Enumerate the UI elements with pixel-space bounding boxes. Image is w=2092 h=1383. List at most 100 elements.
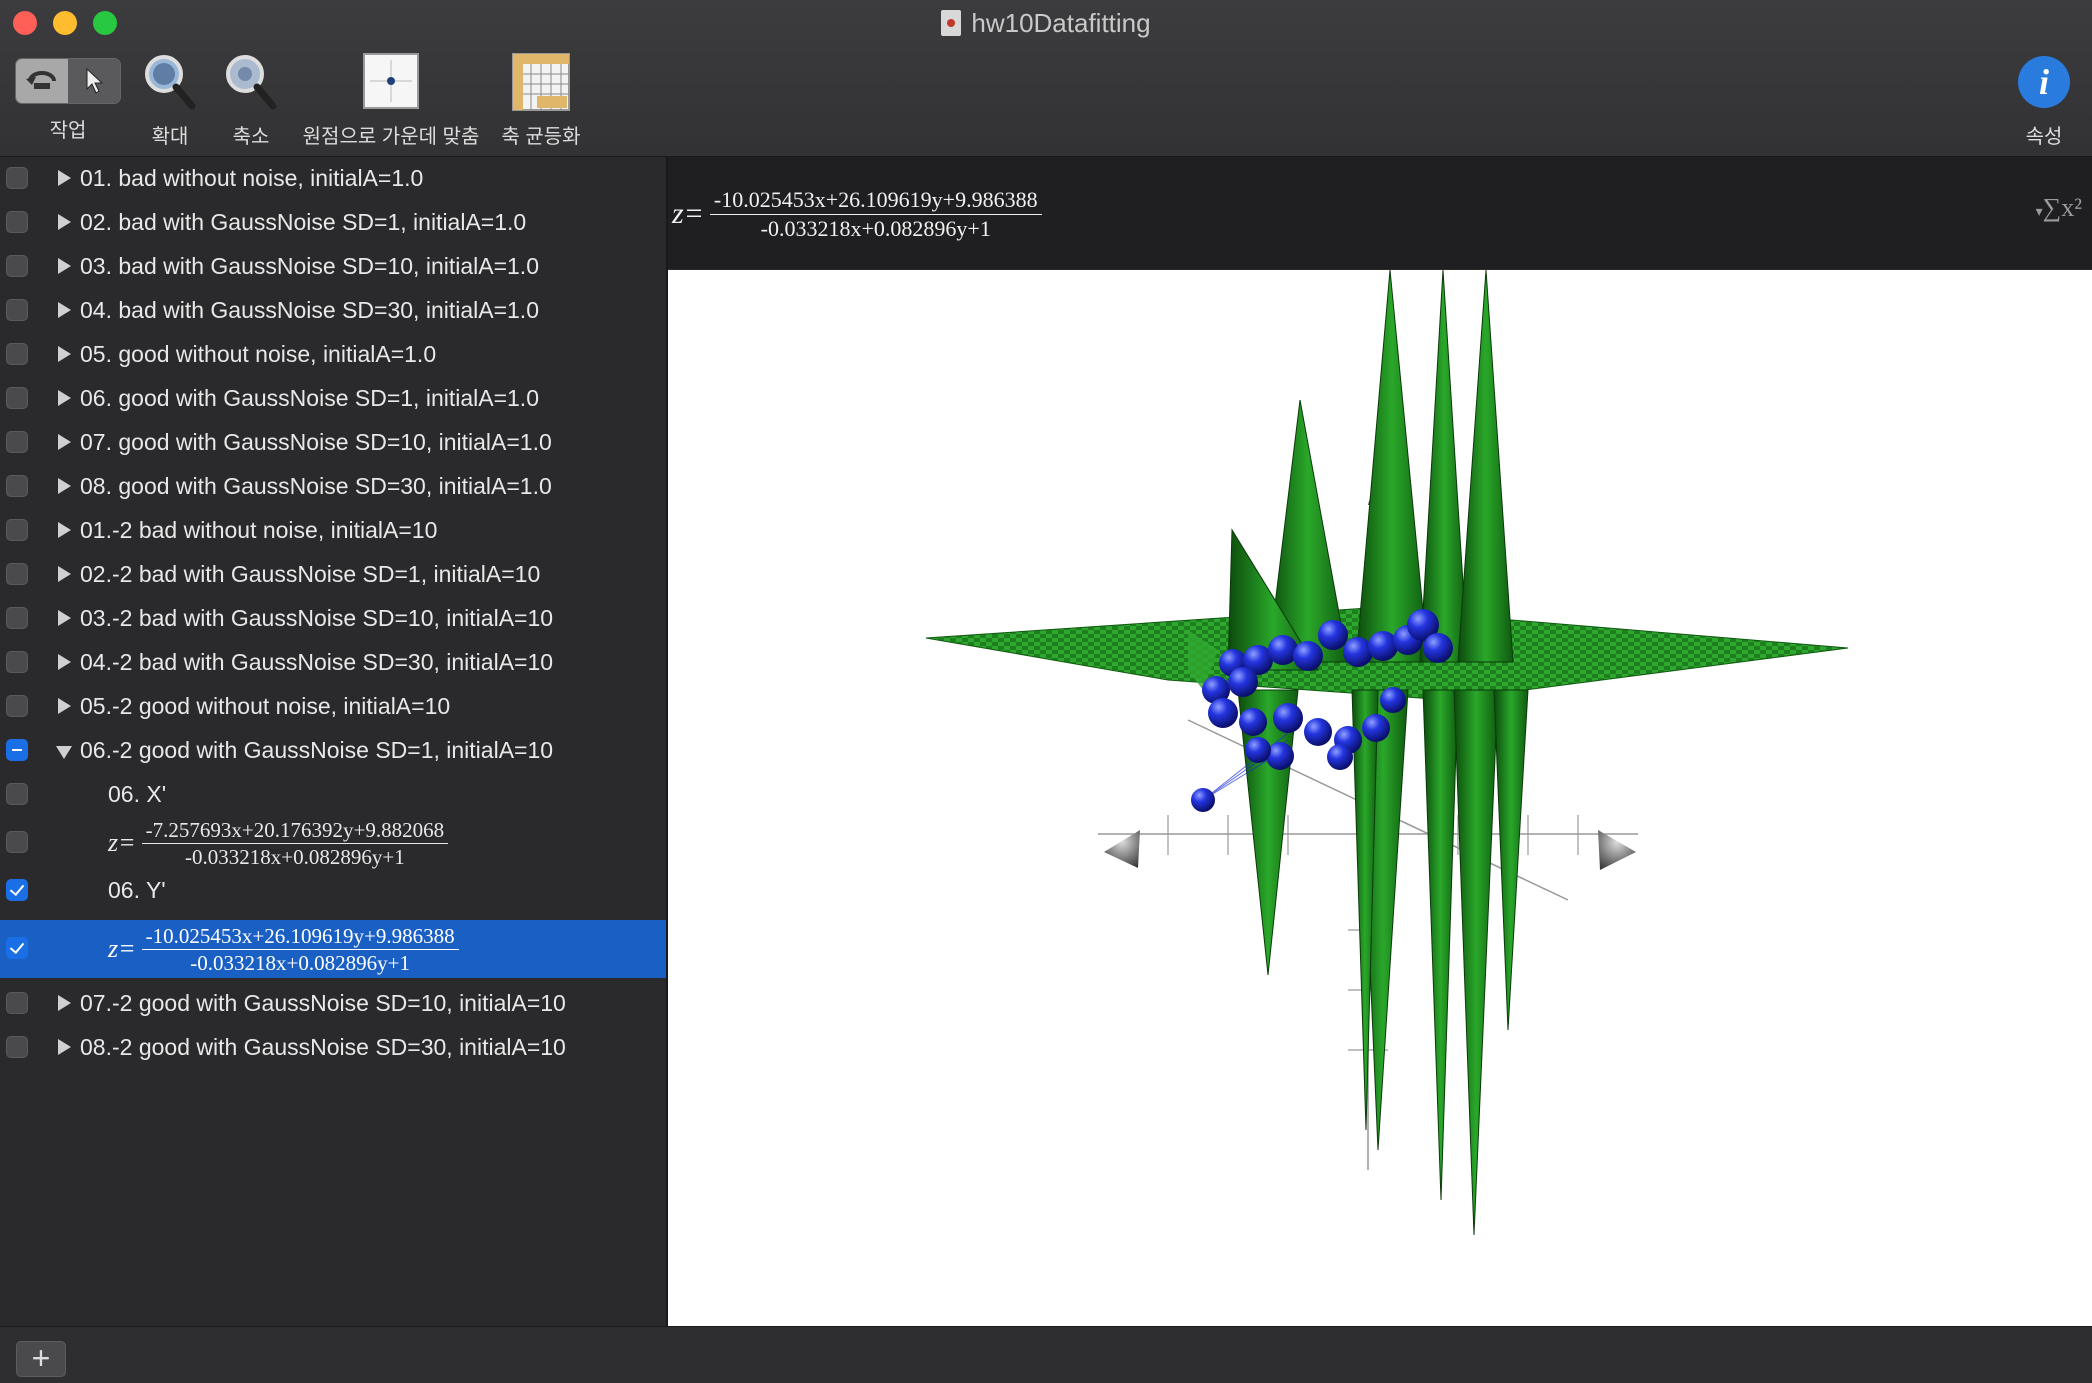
list-item[interactable]: 03. bad with GaussNoise SD=10, initialA=… bbox=[0, 245, 666, 289]
list-item[interactable]: 08.-2 good with GaussNoise SD=30, initia… bbox=[0, 1026, 666, 1070]
visibility-checkbox[interactable] bbox=[6, 475, 28, 497]
equation-lhs: z= bbox=[672, 197, 704, 230]
center-origin-button[interactable]: 원점으로 가운데 맞춤 bbox=[298, 52, 484, 149]
list-item-label: 08. good with GaussNoise SD=30, initialA… bbox=[80, 473, 552, 499]
zoom-in-button[interactable]: 확대 bbox=[140, 52, 200, 149]
zoom-out-button[interactable]: 축소 bbox=[221, 52, 281, 149]
child-formula-x[interactable]: z= -7.257693x+20.176392y+9.882068 -0.0332… bbox=[0, 817, 666, 869]
list-item[interactable]: 05.-2 good without noise, initialA=10 bbox=[0, 685, 666, 729]
visibility-checkbox[interactable] bbox=[6, 299, 28, 321]
properties-label: 속성 bbox=[2025, 126, 2063, 148]
x-axis-arrow-left bbox=[1104, 830, 1140, 868]
list-item-label: 02. bad with GaussNoise SD=1, initialA=1… bbox=[80, 209, 527, 235]
equation-numerator: -10.025453x+26.109619y+9.986388 bbox=[709, 186, 1042, 215]
visibility-checkbox[interactable] bbox=[6, 937, 28, 959]
equation-editor-bar[interactable]: z= -10.025453x+26.109619y+9.986388 -0.033… bbox=[668, 157, 2092, 269]
disclosure-triangle-icon[interactable] bbox=[58, 258, 71, 274]
list-item[interactable]: 07.-2 good with GaussNoise SD=10, initia… bbox=[0, 982, 666, 1026]
visibility-checkbox[interactable] bbox=[6, 783, 28, 805]
toolbar: hw10Datafitting 작업 확대 축소 원점으로 가운데 맞춤 축 균… bbox=[0, 0, 2092, 157]
sigma-label: ∑x² bbox=[2042, 193, 2082, 222]
list-item[interactable]: 02. bad with GaussNoise SD=1, initialA=1… bbox=[0, 201, 666, 245]
center-origin-label: 원점으로 가운데 맞춤 bbox=[302, 126, 480, 148]
list-item-label: 04.-2 bad with GaussNoise SD=30, initial… bbox=[80, 649, 554, 675]
equalize-axes-label: 축 균등화 bbox=[501, 126, 581, 148]
zoom-out-label: 축소 bbox=[232, 126, 270, 148]
disclosure-triangle-icon[interactable] bbox=[58, 434, 71, 450]
rotate-icon[interactable] bbox=[16, 59, 68, 103]
disclosure-triangle-icon[interactable] bbox=[58, 390, 71, 406]
disclosure-triangle-icon[interactable] bbox=[58, 654, 71, 670]
document-icon bbox=[941, 10, 962, 36]
list-item[interactable]: 07. good with GaussNoise SD=10, initialA… bbox=[0, 421, 666, 465]
list-item[interactable]: 02.-2 bad with GaussNoise SD=1, initialA… bbox=[0, 553, 666, 597]
fitted-surface bbox=[925, 269, 1849, 1236]
list-item[interactable]: 06. good with GaussNoise SD=1, initialA=… bbox=[0, 377, 666, 421]
equalize-axes-button[interactable]: 축 균등화 bbox=[496, 52, 586, 149]
disclosure-triangle-icon[interactable] bbox=[58, 478, 71, 494]
disclosure-triangle-icon[interactable] bbox=[58, 302, 71, 318]
visibility-checkbox[interactable] bbox=[6, 519, 28, 541]
list-item-expanded[interactable]: 06.-2 good with GaussNoise SD=1, initial… bbox=[0, 729, 666, 773]
list-item[interactable]: 01.-2 bad without noise, initialA=10 bbox=[0, 509, 666, 553]
list-item[interactable]: 08. good with GaussNoise SD=30, initialA… bbox=[0, 465, 666, 509]
properties-button[interactable]: i 속성 bbox=[2014, 52, 2074, 149]
info-icon: i bbox=[2018, 56, 2070, 108]
add-icon[interactable]: + bbox=[16, 1341, 66, 1377]
visibility-checkbox[interactable] bbox=[6, 739, 28, 761]
list-item[interactable]: 04. bad with GaussNoise SD=30, initialA=… bbox=[0, 289, 666, 333]
disclosure-triangle-icon[interactable] bbox=[58, 610, 71, 626]
disclosure-triangle-icon[interactable] bbox=[58, 995, 71, 1011]
equation-list-sidebar: 01. bad without noise, initialA=1.0 02. … bbox=[0, 157, 668, 1326]
x-axis-arrow-right bbox=[1598, 830, 1636, 870]
disclosure-triangle-icon[interactable] bbox=[58, 698, 71, 714]
visibility-checkbox[interactable] bbox=[6, 831, 28, 853]
visibility-checkbox[interactable] bbox=[6, 1036, 28, 1058]
visibility-checkbox[interactable] bbox=[6, 695, 28, 717]
child-item-x[interactable]: 06. X' bbox=[0, 773, 666, 817]
visibility-checkbox[interactable] bbox=[6, 607, 28, 629]
disclosure-triangle-icon[interactable] bbox=[58, 1039, 71, 1055]
disclosure-triangle-icon[interactable] bbox=[56, 746, 72, 759]
child-formula-y-selected[interactable]: z= -10.025453x+26.109619y+9.986388 -0.033… bbox=[0, 920, 666, 978]
visibility-checkbox[interactable] bbox=[6, 563, 28, 585]
visibility-checkbox[interactable] bbox=[6, 387, 28, 409]
action-segmented-control[interactable] bbox=[15, 58, 121, 104]
list-item[interactable]: 03.-2 bad with GaussNoise SD=10, initial… bbox=[0, 597, 666, 641]
pointer-icon[interactable] bbox=[68, 59, 120, 103]
list-item-label: 03.-2 bad with GaussNoise SD=10, initial… bbox=[80, 605, 554, 631]
disclosure-triangle-icon[interactable] bbox=[58, 522, 71, 538]
list-item[interactable]: 05. good without noise, initialA=1.0 bbox=[0, 333, 666, 377]
action-tool[interactable]: 작업 bbox=[12, 52, 124, 143]
list-item[interactable]: 04.-2 bad with GaussNoise SD=30, initial… bbox=[0, 641, 666, 685]
list-item-label: 07.-2 good with GaussNoise SD=10, initia… bbox=[80, 990, 566, 1016]
3d-plot-canvas[interactable] bbox=[668, 269, 2092, 1326]
sigma-menu-icon[interactable]: ▾∑x² bbox=[2036, 193, 2082, 223]
current-equation[interactable]: z= -10.025453x+26.109619y+9.986388 -0.033… bbox=[672, 179, 1042, 249]
formula-numerator: -7.257693x+20.176392y+9.882068 bbox=[141, 817, 449, 844]
visibility-checkbox[interactable] bbox=[6, 343, 28, 365]
disclosure-triangle-icon[interactable] bbox=[58, 170, 71, 186]
visibility-checkbox[interactable] bbox=[6, 879, 28, 901]
list-item-label: 02.-2 bad with GaussNoise SD=1, initialA… bbox=[80, 561, 541, 587]
visibility-checkbox[interactable] bbox=[6, 167, 28, 189]
disclosure-triangle-icon[interactable] bbox=[58, 214, 71, 230]
child-item-y[interactable]: 06. Y' bbox=[0, 869, 666, 913]
visibility-checkbox[interactable] bbox=[6, 255, 28, 277]
zoom-in-label: 확대 bbox=[151, 126, 189, 148]
disclosure-triangle-icon[interactable] bbox=[58, 566, 71, 582]
list-item-label: 03. bad with GaussNoise SD=10, initialA=… bbox=[80, 253, 539, 279]
visibility-checkbox[interactable] bbox=[6, 651, 28, 673]
action-label: 작업 bbox=[49, 120, 87, 142]
3d-plot-view[interactable] bbox=[668, 269, 2092, 1326]
list-item-label: 06. good with GaussNoise SD=1, initialA=… bbox=[80, 385, 539, 411]
disclosure-triangle-icon[interactable] bbox=[58, 346, 71, 362]
visibility-checkbox[interactable] bbox=[6, 431, 28, 453]
list-item-label: 05.-2 good without noise, initialA=10 bbox=[80, 693, 451, 719]
formula-lhs: z= bbox=[108, 828, 136, 857]
list-item-label: 07. good with GaussNoise SD=10, initialA… bbox=[80, 429, 552, 455]
child-item-label: 06. X' bbox=[108, 781, 167, 807]
list-item[interactable]: 01. bad without noise, initialA=1.0 bbox=[0, 157, 666, 201]
visibility-checkbox[interactable] bbox=[6, 992, 28, 1014]
visibility-checkbox[interactable] bbox=[6, 211, 28, 233]
